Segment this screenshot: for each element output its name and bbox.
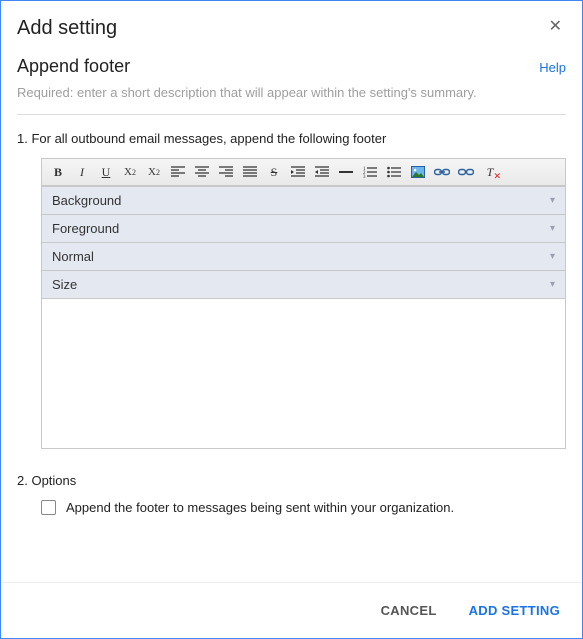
align-center-icon[interactable] bbox=[192, 163, 212, 181]
indent-decrease-icon[interactable] bbox=[312, 163, 332, 181]
superscript-icon[interactable]: X2 bbox=[144, 163, 164, 181]
checkbox-row: Append the footer to messages being sent… bbox=[41, 500, 566, 515]
remove-format-icon[interactable]: T✕ bbox=[480, 163, 500, 181]
footer-content-textarea[interactable] bbox=[42, 298, 565, 448]
modal-footer: CANCEL ADD SETTING bbox=[1, 582, 582, 638]
subscript-icon[interactable]: X2 bbox=[120, 163, 140, 181]
editor-toolbar: B I U X2 X2 S 123 bbox=[42, 159, 565, 186]
font-style-select[interactable]: Normal ▾ bbox=[42, 242, 565, 270]
dropdown-label: Size bbox=[52, 277, 77, 292]
svg-text:3: 3 bbox=[363, 175, 366, 178]
step2-label: 2. Options bbox=[17, 473, 566, 488]
horizontal-rule-icon[interactable] bbox=[336, 163, 356, 181]
italic-icon[interactable]: I bbox=[72, 163, 92, 181]
editor-wrap: B I U X2 X2 S 123 bbox=[41, 158, 566, 449]
chevron-down-icon: ▾ bbox=[550, 279, 555, 290]
step2: 2. Options Append the footer to messages… bbox=[17, 473, 566, 515]
dropdown-label: Normal bbox=[52, 249, 94, 264]
dropdown-label: Background bbox=[52, 193, 121, 208]
description-hint: Required: enter a short description that… bbox=[17, 85, 566, 100]
help-link[interactable]: Help bbox=[539, 60, 566, 75]
modal-header: Add setting ✕ bbox=[1, 1, 582, 48]
strikethrough-icon[interactable]: S bbox=[264, 163, 284, 181]
bold-icon[interactable]: B bbox=[48, 163, 68, 181]
foreground-color-select[interactable]: Foreground ▾ bbox=[42, 214, 565, 242]
align-right-icon[interactable] bbox=[216, 163, 236, 181]
add-setting-modal: Add setting ✕ Append footer Help Require… bbox=[0, 0, 583, 639]
align-left-icon[interactable] bbox=[168, 163, 188, 181]
modal-body: Append footer Help Required: enter a sho… bbox=[1, 48, 582, 582]
rich-text-editor: B I U X2 X2 S 123 bbox=[41, 158, 566, 449]
indent-increase-icon[interactable] bbox=[288, 163, 308, 181]
dropdown-label: Foreground bbox=[52, 221, 119, 236]
align-justify-icon[interactable] bbox=[240, 163, 260, 181]
remove-link-icon[interactable] bbox=[456, 163, 476, 181]
add-setting-button[interactable]: ADD SETTING bbox=[465, 597, 564, 624]
insert-link-icon[interactable] bbox=[432, 163, 452, 181]
chevron-down-icon: ▾ bbox=[550, 223, 555, 234]
internal-footer-checkbox[interactable] bbox=[41, 500, 56, 515]
cancel-button[interactable]: CANCEL bbox=[377, 597, 441, 624]
underline-icon[interactable]: U bbox=[96, 163, 116, 181]
section-title: Append footer bbox=[17, 56, 130, 77]
chevron-down-icon: ▾ bbox=[550, 251, 555, 262]
step1-label: 1. For all outbound email messages, appe… bbox=[17, 131, 566, 146]
checkbox-label: Append the footer to messages being sent… bbox=[66, 500, 454, 515]
section-header: Append footer Help bbox=[17, 56, 566, 77]
ordered-list-icon[interactable]: 123 bbox=[360, 163, 380, 181]
background-color-select[interactable]: Background ▾ bbox=[42, 186, 565, 214]
chevron-down-icon: ▾ bbox=[550, 195, 555, 206]
font-size-select[interactable]: Size ▾ bbox=[42, 270, 565, 298]
insert-image-icon[interactable] bbox=[408, 163, 428, 181]
close-icon[interactable]: ✕ bbox=[545, 17, 566, 37]
modal-title: Add setting bbox=[17, 17, 117, 40]
divider bbox=[17, 114, 566, 115]
unordered-list-icon[interactable] bbox=[384, 163, 404, 181]
